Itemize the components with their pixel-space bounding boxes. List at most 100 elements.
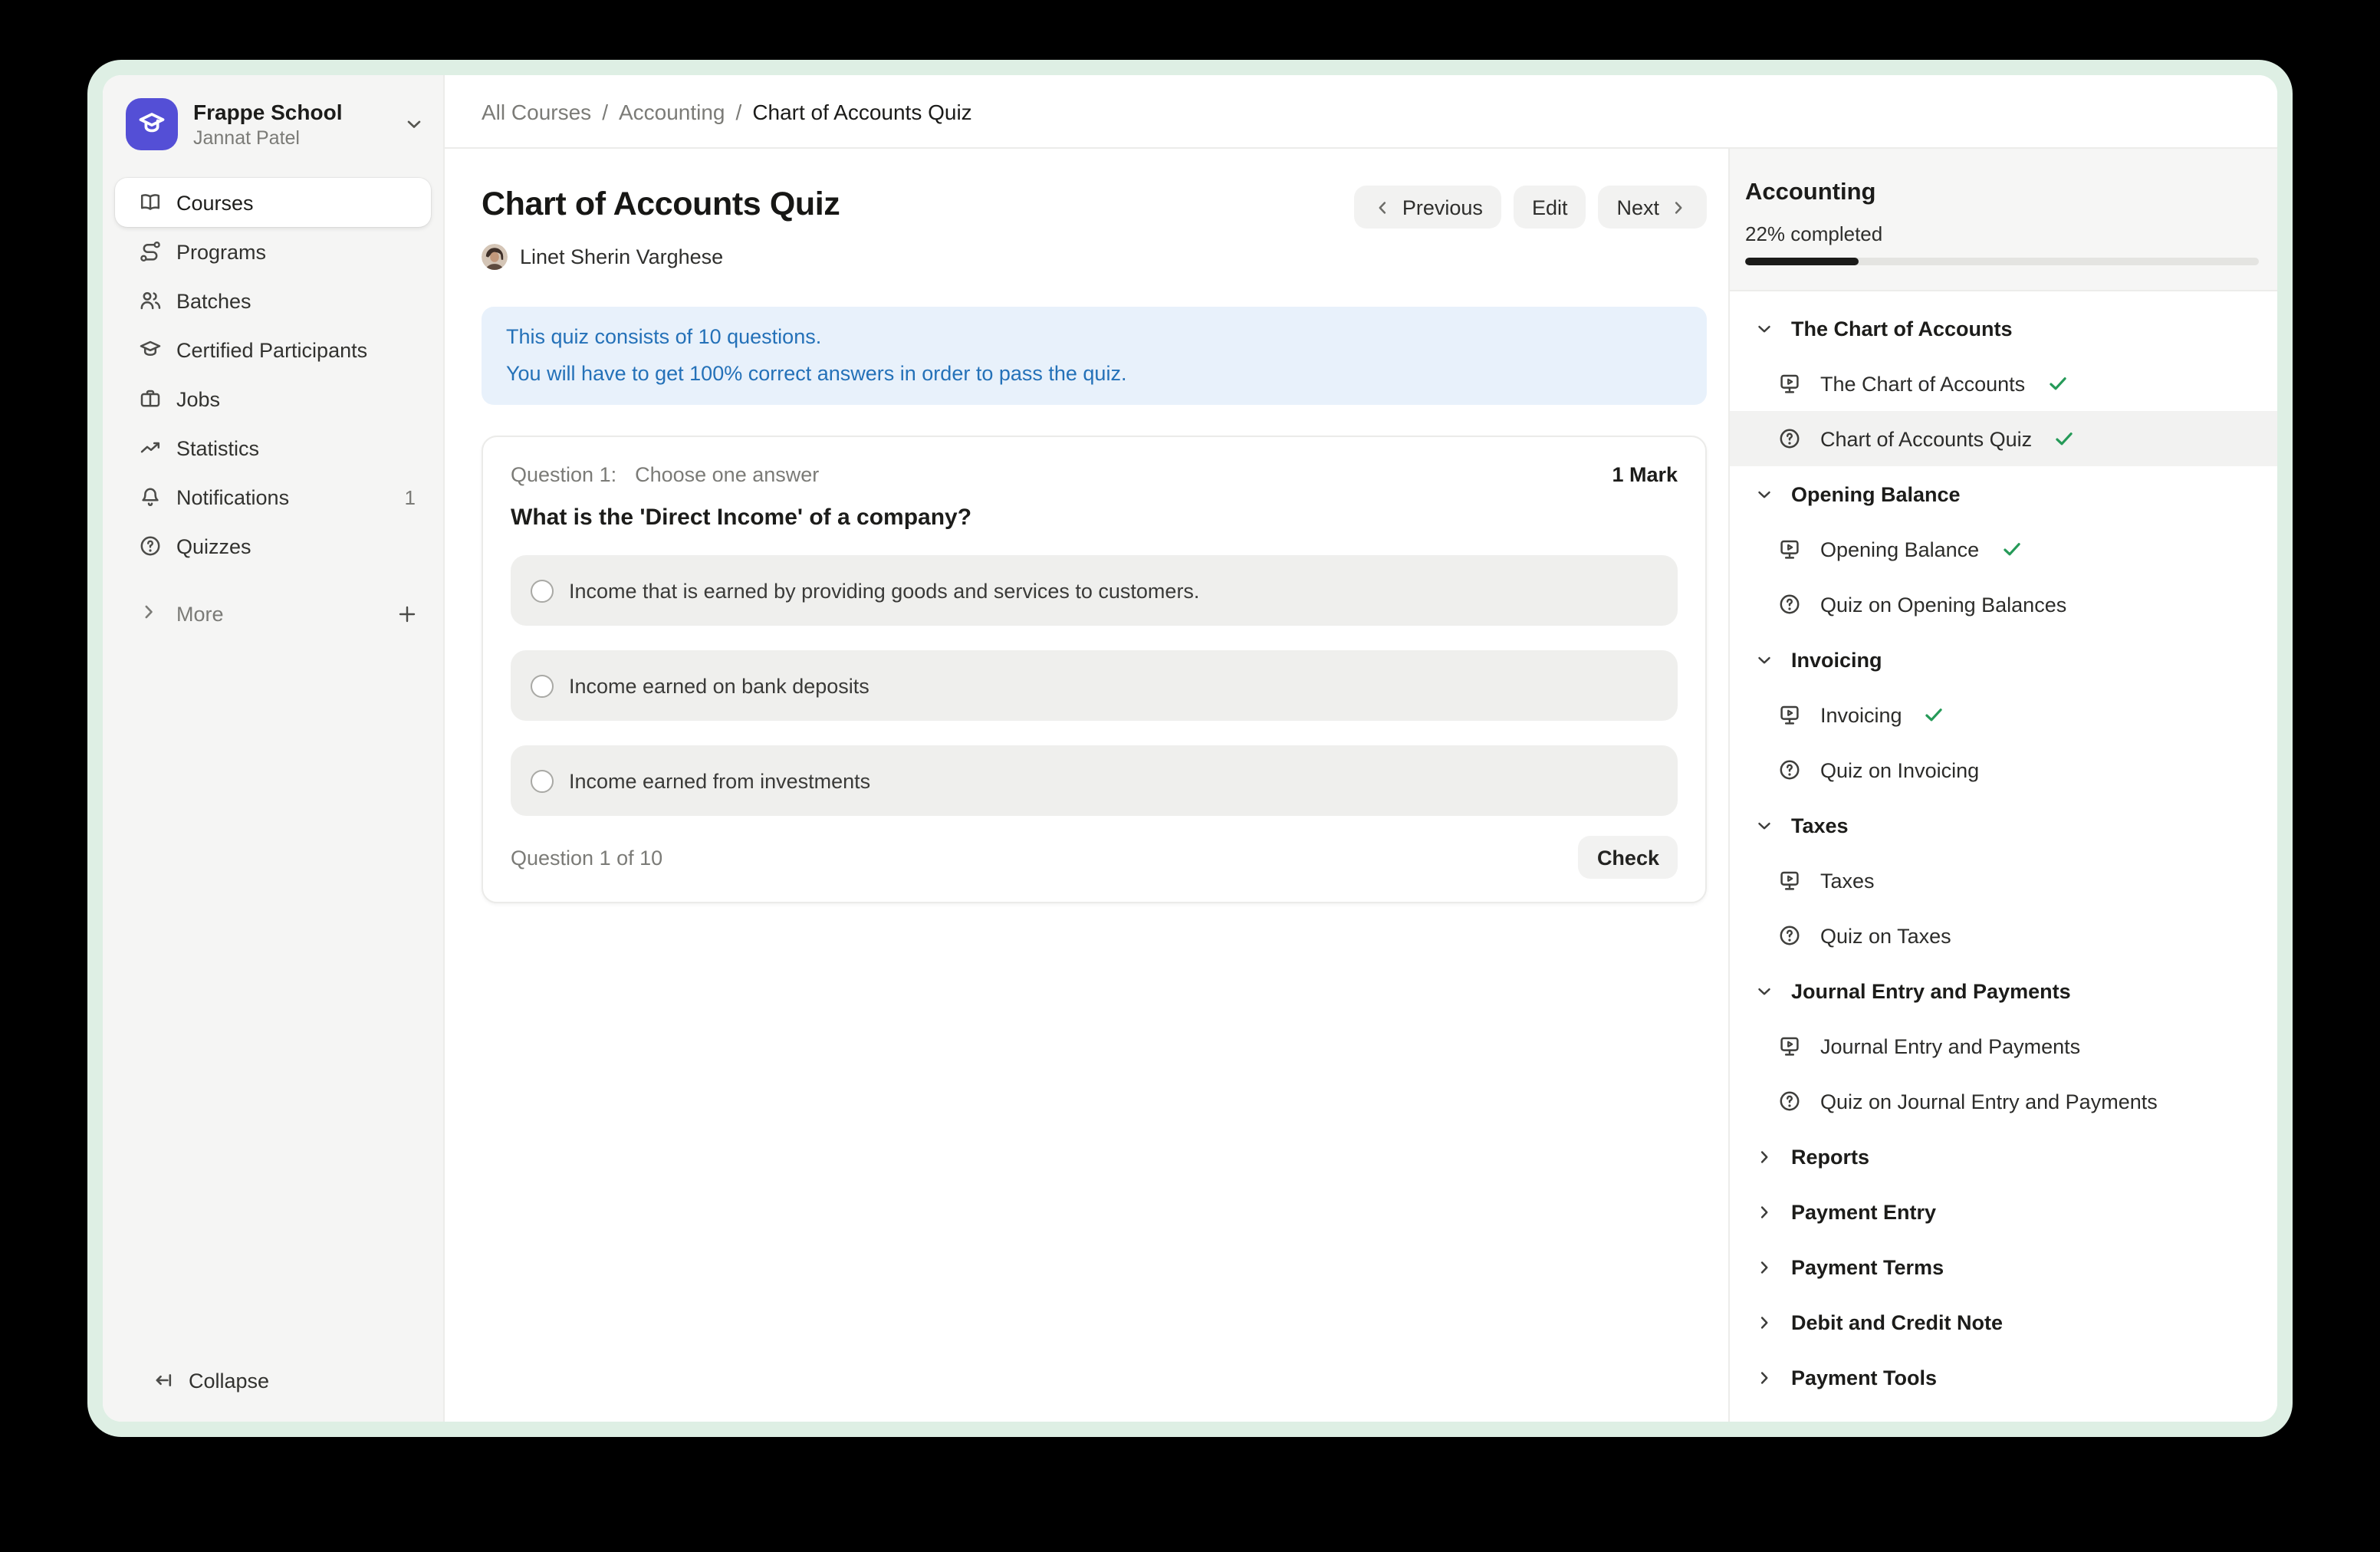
chevron-down-icon bbox=[403, 113, 425, 135]
chevron-down-icon bbox=[1754, 318, 1774, 338]
chevron-down-icon bbox=[1754, 484, 1774, 504]
author-name: Linet Sherin Varghese bbox=[520, 245, 723, 268]
outline-section-chart-of-accounts[interactable]: The Chart of Accounts bbox=[1730, 301, 2277, 356]
trending-up-icon bbox=[138, 436, 163, 460]
outline-section-debit-credit-note[interactable]: Debit and Credit Note bbox=[1730, 1294, 2277, 1350]
course-outline-panel: Accounting 22% completed The Chart of Ac… bbox=[1728, 149, 2277, 1422]
outline-item-lesson[interactable]: Opening Balance bbox=[1730, 521, 2277, 577]
outline-section-label: Reports bbox=[1791, 1145, 1869, 1168]
window-frame: Frappe School Jannat Patel Courses bbox=[87, 60, 2293, 1437]
outline-section-payment-terms[interactable]: Payment Terms bbox=[1730, 1239, 2277, 1294]
check-button[interactable]: Check bbox=[1579, 836, 1678, 879]
collapse-label: Collapse bbox=[189, 1369, 269, 1392]
chevron-right-icon bbox=[1754, 1202, 1774, 1222]
outline-section-opening-balance[interactable]: Opening Balance bbox=[1730, 466, 2277, 521]
outline-item-label: Invoicing bbox=[1820, 703, 1902, 726]
outline-item-lesson[interactable]: The Chart of Accounts bbox=[1730, 356, 2277, 411]
breadcrumb-bar: All Courses / Accounting / Chart of Acco… bbox=[445, 75, 2277, 149]
briefcase-icon bbox=[138, 386, 163, 411]
sidebar-item-label: Courses bbox=[176, 191, 254, 214]
outline-item-lesson[interactable]: Taxes bbox=[1730, 853, 2277, 908]
outline-item-lesson[interactable]: Invoicing bbox=[1730, 687, 2277, 742]
workspace-user: Jannat Patel bbox=[193, 125, 342, 150]
collapse-button[interactable]: Collapse bbox=[127, 1356, 419, 1405]
outline-item-lesson[interactable]: Journal Entry and Payments bbox=[1730, 1018, 2277, 1074]
outline-item-quiz[interactable]: Quiz on Journal Entry and Payments bbox=[1730, 1074, 2277, 1129]
page-title: Chart of Accounts Quiz bbox=[482, 182, 840, 225]
outline-section-invoicing[interactable]: Invoicing bbox=[1730, 632, 2277, 687]
outline-section-label: Payment Entry bbox=[1791, 1200, 1936, 1223]
outline-item-label: Opening Balance bbox=[1820, 538, 1979, 561]
previous-button[interactable]: Previous bbox=[1355, 186, 1501, 229]
outline-section-label: Payment Terms bbox=[1791, 1255, 1944, 1278]
outline-section-label: Taxes bbox=[1791, 814, 1849, 837]
app-window: Frappe School Jannat Patel Courses bbox=[103, 75, 2277, 1422]
plus-icon[interactable] bbox=[396, 602, 419, 625]
outline-section-reports[interactable]: Reports bbox=[1730, 1129, 2277, 1184]
sidebar-collapse[interactable]: Collapse bbox=[115, 1356, 431, 1405]
body-column: All Courses / Accounting / Chart of Acco… bbox=[445, 75, 2277, 1422]
collapse-arrow-icon bbox=[150, 1368, 175, 1393]
radio-button[interactable] bbox=[531, 579, 554, 602]
workspace-labels: Frappe School Jannat Patel bbox=[193, 99, 342, 150]
sidebar-item-quizzes[interactable]: Quizzes bbox=[115, 521, 431, 570]
answer-option-1[interactable]: Income that is earned by providing goods… bbox=[511, 555, 1678, 626]
sidebar-item-certified-participants[interactable]: Certified Participants bbox=[115, 325, 431, 374]
lesson-icon bbox=[1777, 1034, 1802, 1058]
outline-section-taxes[interactable]: Taxes bbox=[1730, 797, 2277, 853]
answer-option-2[interactable]: Income earned on bank deposits bbox=[511, 650, 1678, 721]
outline-item-label: Journal Entry and Payments bbox=[1820, 1034, 2080, 1057]
question-progress-label: Question 1 of 10 bbox=[511, 846, 662, 869]
outline-item-quiz[interactable]: Quiz on Invoicing bbox=[1730, 742, 2277, 797]
outline-item-label: Quiz on Invoicing bbox=[1820, 758, 1979, 781]
sidebar-item-label: Certified Participants bbox=[176, 338, 367, 361]
edit-label: Edit bbox=[1532, 196, 1568, 219]
more-label: More bbox=[176, 602, 224, 625]
outline-section-payment-entry[interactable]: Payment Entry bbox=[1730, 1184, 2277, 1239]
banner-line-1: This quiz consists of 10 questions. bbox=[506, 319, 1682, 356]
radio-button[interactable] bbox=[531, 674, 554, 697]
course-outline-list: The Chart of Accounts The Chart of Accou… bbox=[1730, 291, 2277, 1422]
radio-button[interactable] bbox=[531, 769, 554, 792]
workspace-name: Frappe School bbox=[193, 99, 342, 125]
outline-section-payment-tools[interactable]: Payment Tools bbox=[1730, 1350, 2277, 1405]
sidebar-item-label: Notifications bbox=[176, 485, 289, 508]
course-title: Accounting bbox=[1745, 179, 2259, 207]
sidebar-item-jobs[interactable]: Jobs bbox=[115, 374, 431, 423]
workspace-switcher[interactable]: Frappe School Jannat Patel bbox=[103, 75, 443, 150]
progress-bar-fill bbox=[1745, 258, 1858, 265]
lesson-icon bbox=[1777, 702, 1802, 727]
sidebar-item-label: Programs bbox=[176, 240, 266, 263]
outline-item-quiz-active[interactable]: Chart of Accounts Quiz bbox=[1730, 411, 2277, 466]
question-number-label: Question 1: bbox=[511, 463, 616, 486]
breadcrumb-current: Chart of Accounts Quiz bbox=[752, 99, 971, 123]
sidebar-item-batches[interactable]: Batches bbox=[115, 276, 431, 325]
breadcrumb-separator: / bbox=[736, 99, 742, 123]
outline-section-label: Payment Tools bbox=[1791, 1366, 1937, 1389]
answer-option-3[interactable]: Income earned from investments bbox=[511, 745, 1678, 816]
sidebar-item-label: Statistics bbox=[176, 436, 259, 459]
sidebar-item-notifications[interactable]: Notifications 1 bbox=[115, 472, 431, 521]
lesson-icon bbox=[1777, 868, 1802, 893]
breadcrumb-accounting[interactable]: Accounting bbox=[619, 99, 725, 123]
outline-item-quiz[interactable]: Quiz on Opening Balances bbox=[1730, 577, 2277, 632]
sidebar-item-statistics[interactable]: Statistics bbox=[115, 423, 431, 472]
edit-button[interactable]: Edit bbox=[1514, 186, 1586, 229]
next-button[interactable]: Next bbox=[1598, 186, 1707, 229]
outline-section-journal-entry[interactable]: Journal Entry and Payments bbox=[1730, 963, 2277, 1018]
outline-item-quiz[interactable]: Quiz on Taxes bbox=[1730, 908, 2277, 963]
outline-item-label: Taxes bbox=[1820, 869, 1875, 892]
chevron-right-icon bbox=[1754, 1257, 1774, 1277]
outline-item-label: Quiz on Journal Entry and Payments bbox=[1820, 1090, 2158, 1113]
sidebar-item-more[interactable]: More bbox=[115, 589, 431, 638]
chevron-right-icon bbox=[1754, 1367, 1774, 1387]
help-circle-icon bbox=[138, 534, 163, 558]
sidebar-item-programs[interactable]: Programs bbox=[115, 227, 431, 276]
breadcrumb-all-courses[interactable]: All Courses bbox=[482, 99, 591, 123]
completed-check-icon bbox=[2053, 428, 2075, 449]
sidebar-item-courses[interactable]: Courses bbox=[115, 178, 431, 227]
breadcrumb: All Courses / Accounting / Chart of Acco… bbox=[482, 99, 972, 123]
outline-section-label: Debit and Credit Note bbox=[1791, 1310, 2003, 1333]
chevron-right-icon bbox=[1668, 197, 1688, 217]
completed-check-icon bbox=[1924, 704, 1945, 725]
